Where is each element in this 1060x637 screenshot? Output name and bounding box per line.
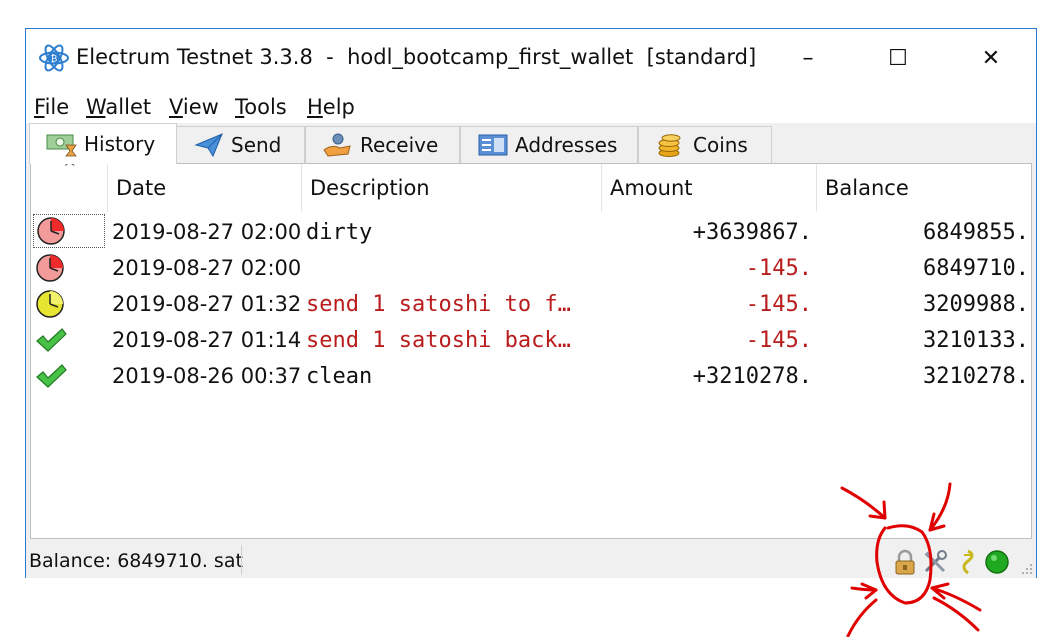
menu-help-accel: H: [307, 95, 323, 119]
column-header-balance[interactable]: Balance: [817, 164, 1031, 212]
menu-wallet-label: allet: [105, 95, 152, 119]
menu-tools-label: ools: [244, 95, 287, 119]
menu-wallet[interactable]: Wallet: [86, 95, 151, 119]
tab-addresses[interactable]: Addresses: [460, 126, 638, 163]
menu-view[interactable]: View: [169, 95, 219, 119]
window-title: Electrum Testnet 3.3.8 - hodl_bootcamp_f…: [76, 45, 757, 69]
tab-addresses-label: Addresses: [515, 133, 618, 157]
tab-history[interactable]: History: [29, 123, 177, 164]
balance-cell: 3210278.: [923, 363, 1029, 389]
tab-coins-label: Coins: [693, 133, 748, 157]
amount-cell: +3639867.: [692, 219, 812, 245]
balance-cell: 3210133.: [923, 327, 1029, 353]
clock-red-icon: [37, 217, 65, 245]
send-icon: [194, 133, 223, 158]
menu-tools-accel: T: [235, 95, 245, 119]
tab-send[interactable]: Send: [176, 126, 305, 163]
menu-help[interactable]: Help: [307, 95, 355, 119]
menu-view-accel: V: [169, 95, 183, 119]
receive-icon: [323, 133, 351, 157]
electrum-logo-icon: ₿: [39, 44, 69, 72]
balance-cell: 6849710.: [923, 255, 1029, 281]
coins-icon: [658, 134, 681, 157]
description-cell: send 1 satoshi to f…: [306, 291, 571, 317]
seed-icon[interactable]: [954, 549, 980, 575]
amount-cell: -145.: [745, 255, 812, 281]
tools-icon[interactable]: [922, 549, 948, 575]
amount-cell: +3210278.: [692, 363, 812, 389]
balance-cell: 3209988.: [923, 291, 1029, 317]
tab-send-label: Send: [231, 133, 282, 157]
table-row[interactable]: 2019-08-27 01:14 send 1 satoshi back… -1…: [31, 322, 1031, 358]
history-icon: [46, 134, 77, 157]
checkmark-icon: [36, 364, 67, 388]
table-row[interactable]: 2019-08-26 00:37 clean +3210278. 3210278…: [31, 358, 1031, 394]
balance-cell: 6849855.: [923, 219, 1029, 245]
description-cell: send 1 satoshi back…: [306, 327, 571, 353]
svg-text:₿: ₿: [51, 54, 58, 65]
clock-red-icon: [36, 254, 64, 282]
checkmark-icon: [36, 328, 67, 352]
menu-file[interactable]: File: [34, 95, 69, 119]
menu-view-label: iew: [182, 95, 219, 119]
menu-help-label: elp: [322, 95, 355, 119]
tab-receive-label: Receive: [360, 133, 439, 157]
amount-cell: -145.: [745, 291, 812, 317]
column-header-date[interactable]: Date: [108, 164, 302, 212]
status-divider: [241, 545, 242, 575]
title-bar[interactable]: ₿ Electrum Testnet 3.3.8 - hodl_bootcamp…: [26, 29, 1036, 87]
tab-receive[interactable]: Receive: [305, 126, 460, 163]
date-cell: 2019-08-27 01:14: [112, 328, 302, 352]
description-cell: dirty: [306, 219, 373, 245]
date-cell: 2019-08-26 00:37: [112, 364, 302, 388]
status-cell: [35, 358, 107, 394]
network-status-icon[interactable]: [984, 549, 1010, 575]
column-header-amount[interactable]: Amount: [602, 164, 817, 212]
table-row[interactable]: 2019-08-27 02:00 dirty +3639867. 6849855…: [31, 214, 1031, 250]
status-bar: Balance: 6849710. sat: [26, 541, 1036, 578]
menu-tools[interactable]: Tools: [235, 95, 287, 119]
tab-bar: History Send Receive Addresses Coins: [26, 123, 1036, 164]
resize-grip-icon[interactable]: [1021, 563, 1033, 575]
electrum-window: ₿ Electrum Testnet 3.3.8 - hodl_bootcamp…: [25, 28, 1037, 578]
clock-yellow-icon: [36, 290, 64, 318]
date-cell: 2019-08-27 02:00: [112, 256, 302, 280]
addresses-icon: [478, 134, 508, 156]
tab-coins[interactable]: Coins: [638, 126, 772, 163]
menu-file-label: ile: [44, 95, 70, 119]
description-cell: [306, 250, 602, 286]
status-cell: [35, 286, 107, 322]
menu-file-accel: F: [34, 95, 45, 119]
status-cell: [35, 250, 107, 286]
amount-cell: -145.: [745, 327, 812, 353]
balance-status: Balance: 6849710. sat: [29, 550, 243, 572]
status-cell: [35, 322, 107, 358]
date-cell: 2019-08-27 02:00: [112, 220, 302, 244]
lock-icon[interactable]: [892, 549, 918, 575]
menu-bar: File Wallet View Tools Help: [26, 87, 1036, 123]
column-header-status[interactable]: [31, 164, 108, 212]
menu-wallet-accel: W: [86, 95, 106, 119]
status-cell: [33, 214, 105, 248]
tab-history-label: History: [84, 132, 156, 156]
close-button[interactable]: ✕: [961, 37, 1021, 79]
column-header-description[interactable]: Description: [302, 164, 602, 212]
table-row[interactable]: 2019-08-27 01:32 send 1 satoshi to f… -1…: [31, 286, 1031, 322]
date-cell: 2019-08-27 01:32: [112, 292, 302, 316]
maximize-button[interactable]: ☐: [868, 37, 928, 79]
history-table[interactable]: ^ Date Description Amount Balance 2019-0…: [30, 158, 1032, 539]
description-cell: clean: [306, 363, 373, 389]
table-row[interactable]: 2019-08-27 02:00 -145. 6849710.: [31, 250, 1031, 286]
minimize-button[interactable]: –: [778, 37, 838, 79]
